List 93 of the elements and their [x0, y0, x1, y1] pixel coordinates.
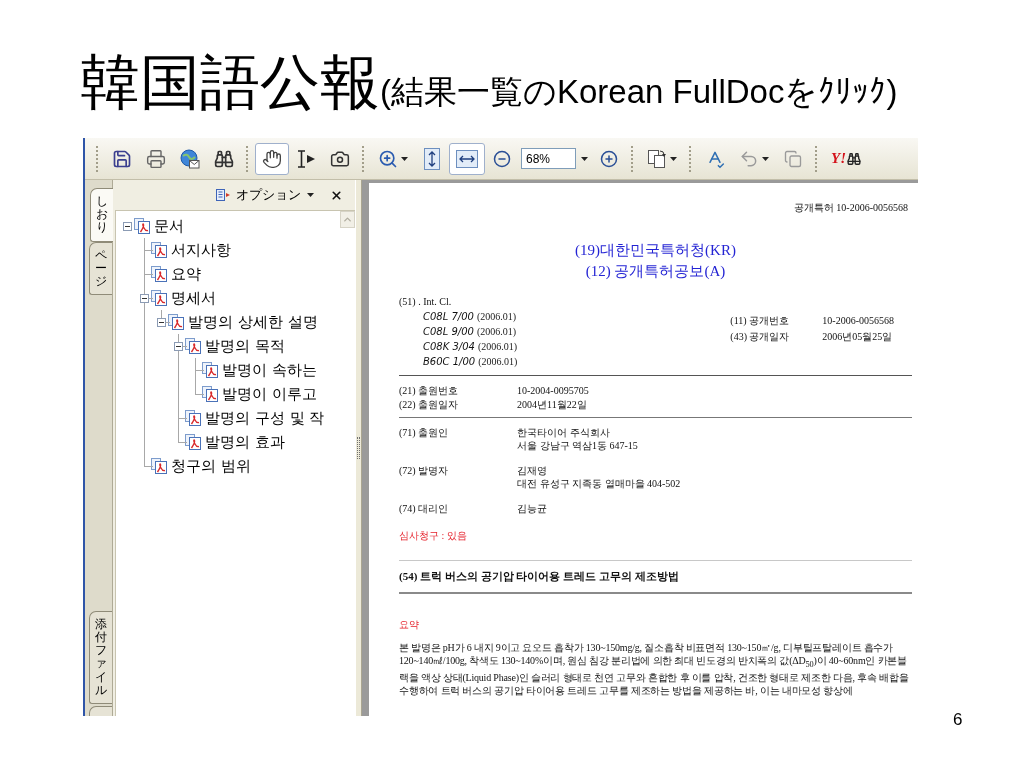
invention-title: (54) 트럭 버스의 공기압 타이어용 트레드 고무의 제조방법: [399, 569, 680, 584]
classification-version: (2006.01): [478, 355, 518, 369]
document-icon: [168, 314, 184, 330]
document-icon: [185, 338, 201, 354]
document-icon: [151, 242, 167, 258]
caret-icon: [401, 156, 408, 161]
bookmark-item[interactable]: 서지사항: [171, 240, 231, 260]
classification-version: (2006.01): [476, 325, 517, 339]
chevron-up-icon: [342, 214, 353, 225]
office-title: (19)대한민국특허청(KR): [575, 241, 736, 260]
side-tab[interactable]: しおり: [90, 188, 113, 242]
classification-code: C08K 3/04: [423, 340, 475, 354]
globe-envelope-icon: [180, 148, 200, 169]
side-tab[interactable]: 添付ファイル: [89, 610, 112, 704]
field-value: 한국타이어 주식회사: [517, 426, 611, 439]
plus-circle-icon: [600, 149, 618, 168]
bookmark-item[interactable]: 발명의 구성 및 작: [205, 408, 325, 428]
field-label: (43) 공개일자: [730, 330, 791, 343]
toolbar-logo-button[interactable]: Y!: [824, 142, 868, 175]
caret-icon: [580, 156, 588, 161]
classification-code: C08L 7/00: [423, 310, 474, 324]
field-label: (74) 대리인: [399, 502, 450, 515]
document-icon: [185, 410, 201, 426]
section-heading: 요약: [399, 618, 420, 631]
side-tab[interactable]: [89, 706, 112, 716]
zoom-field[interactable]: 68%: [521, 148, 576, 169]
text-cursor-icon: [296, 148, 316, 169]
hand-icon: [262, 148, 282, 169]
examination-status: 심사청구 : 있음: [399, 529, 468, 542]
bookmark-item[interactable]: 발명의 목적: [205, 336, 285, 356]
document-icon: [151, 458, 167, 474]
caret-icon: [307, 193, 314, 197]
collapse-icon[interactable]: [157, 317, 166, 327]
slide-subtitle: (結果一覧のKorean FullDocをｸﾘｯｸ): [380, 72, 898, 112]
binoculars-icon: [214, 148, 234, 169]
bookmark-item[interactable]: 문서: [154, 216, 184, 236]
field-label: (72) 발명자: [399, 464, 450, 478]
slide-number: 6: [953, 710, 963, 730]
classification-code: B60C 1/00: [423, 355, 476, 369]
collapse-icon[interactable]: [174, 341, 183, 351]
field-label: (71) 출원인: [399, 426, 450, 440]
document-icon: [151, 266, 167, 282]
document-icon: [134, 218, 150, 234]
options-button[interactable]: オプション: [214, 184, 316, 206]
minus-circle-icon: [493, 149, 511, 168]
classification-code: C08L 9/00: [423, 325, 474, 339]
list-arrow-icon: [216, 189, 230, 201]
grip-icon: [357, 437, 360, 459]
bookmark-item[interactable]: 발명이 속하는: [222, 360, 317, 380]
side-tab[interactable]: ページ: [89, 241, 112, 296]
field-value: 대전 유성구 지족동 열매마을 404-502: [517, 477, 682, 490]
field-value: 서울 강남구 역삼1동 647-15: [517, 439, 639, 452]
classification-label: (51) . Int. Cl.: [399, 295, 453, 309]
caret-icon: [670, 156, 677, 161]
slide-title: 韓国語公報: [80, 52, 380, 112]
document-icon: [185, 434, 201, 450]
field-value: 2004년11월22일: [517, 398, 588, 411]
gazette-title: (12) 공개특허공보(A): [585, 262, 726, 281]
bookmark-item[interactable]: 청구의 범위: [171, 456, 251, 476]
bookmark-item[interactable]: 발명이 이루고: [222, 384, 317, 404]
bookmark-item[interactable]: 발명의 효과: [205, 432, 285, 452]
collapse-icon[interactable]: [140, 293, 149, 303]
field-label: (22) 출원일자: [399, 398, 460, 411]
splitter-handle[interactable]: [355, 180, 362, 716]
bookmark-item[interactable]: 발명의 상세한 설명: [188, 312, 318, 332]
copy-icon: [784, 149, 802, 168]
collapse-icon[interactable]: [123, 221, 132, 231]
field-label: (21) 출원번호: [399, 384, 460, 397]
field-value: 10-2006-0056568: [822, 314, 894, 327]
document-icon: [202, 362, 218, 378]
close-icon: [330, 188, 343, 202]
fit-width-button[interactable]: [449, 142, 485, 175]
field-value: 김재영: [517, 464, 548, 477]
printer-icon: [146, 148, 166, 169]
document-icon: [202, 386, 218, 402]
field-value: 2006년05월25일: [822, 330, 894, 343]
field-value: 김능균: [517, 502, 548, 515]
bookmark-item[interactable]: 명세서: [171, 288, 216, 308]
vertical-arrows-icon: [424, 147, 440, 170]
document-icon: [151, 290, 167, 306]
caret-icon: [762, 156, 769, 161]
field-label: (11) 공개번호: [730, 314, 791, 327]
magnifier-plus-icon: [378, 148, 398, 169]
classification-version: (2006.01): [476, 310, 517, 324]
patent-number: 공개특허 10-2006-0056568: [793, 201, 908, 214]
pages-icon: [647, 148, 667, 169]
horizontal-arrows-icon: [456, 149, 478, 168]
abstract-text: 본 발명은 pH가 6 내지 9이고 요오드 흡착가 130~150mg/g, 질소흡착 비표면적 130~150㎡/g, 디부틸프탈레이트 흡수가 120~140㎖/100g, 착색도 130~140%이며, 원심 침강 분리법에 의한 최대 빈도경의 반치폭의 값(ΔD$_{50}$)이 40~60nm인 카본블랙을 액상 상태(Liquid Phase)인 슬러리 형태로 천연 고무와 혼합한 후 이를 압착, 건조한 형태로 제조한 다음, 후속 배합을 수행하여 트럭 버스의 공기압 타이어용 트레드 고무를 제조하는 방법을 제공하는 바, 이는 내마모성 향상에: [399, 641, 910, 697]
field-value: 10-2004-0095705: [517, 384, 590, 397]
classification-version: (2006.01): [477, 340, 518, 354]
hand-tool-button[interactable]: [255, 142, 289, 175]
binoculars-icon: [847, 151, 861, 166]
bookmark-item[interactable]: 요약: [171, 264, 201, 284]
